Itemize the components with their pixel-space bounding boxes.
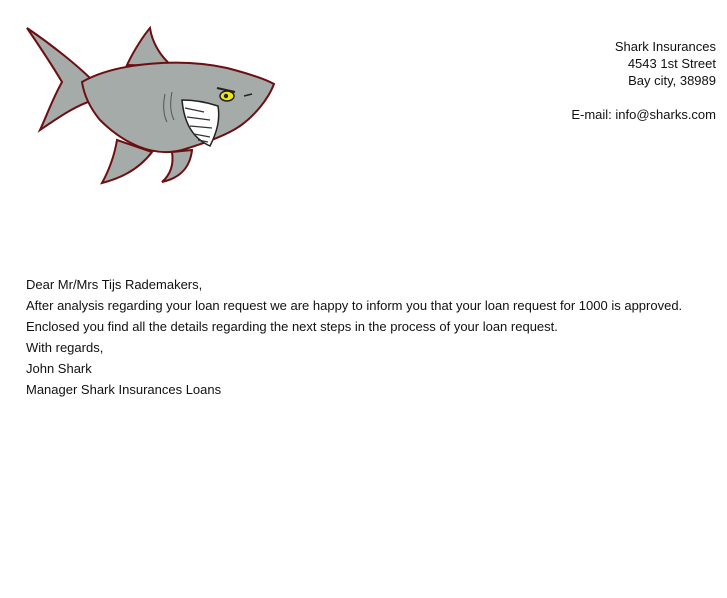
shark-tail (26, 27, 96, 133)
shark-illustration (26, 25, 276, 185)
letter-body: After analysis regarding your loan reque… (26, 298, 683, 334)
letter-closing: With regards, (26, 340, 104, 355)
shark-dorsal-fin (125, 25, 175, 68)
sender-email: E-mail: info@sharks.com (571, 107, 716, 122)
sender-company: Shark Insurances (614, 39, 716, 54)
sender-city: Bay city, 38989 (628, 73, 716, 88)
shark-pupil (223, 93, 229, 99)
signature-name: John Shark (26, 361, 92, 376)
shark-body (80, 61, 276, 154)
shark-pelvic-fin (161, 148, 194, 183)
sender-address-block: Shark Insurances 4543 1st Street Bay cit… (571, 38, 716, 123)
letter-salutation: Dear Mr/Mrs Tijs Rademakers, (26, 277, 203, 292)
signature-title: Manager Shark Insurances Loans (26, 382, 222, 397)
letter-content: Dear Mr/Mrs Tijs Rademakers, After analy… (26, 274, 712, 400)
sender-street: 4543 1st Street (627, 56, 716, 71)
shark-logo (22, 20, 277, 188)
